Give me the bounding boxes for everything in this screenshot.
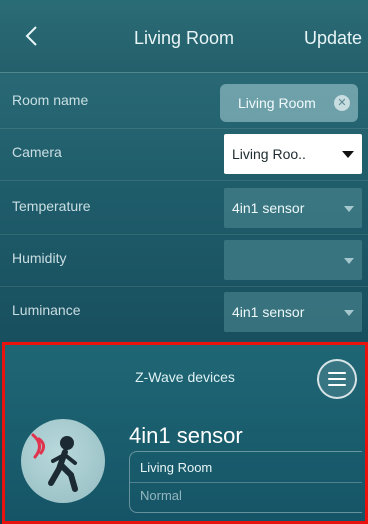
chevron-down-icon [342, 151, 354, 158]
device-status: Normal [140, 488, 182, 503]
camera-select-value: Living Roo.. [232, 146, 306, 162]
device-name[interactable]: 4in1 sensor [129, 423, 243, 449]
divider [130, 482, 362, 483]
humidity-select[interactable] [224, 240, 362, 280]
menu-icon [328, 372, 346, 374]
humidity-label: Humidity [12, 250, 67, 266]
menu-icon-line [328, 378, 346, 380]
menu-icon-line [328, 384, 346, 386]
chevron-down-icon [344, 206, 354, 212]
camera-label: Camera [12, 144, 62, 160]
room-name-label: Room name [12, 92, 89, 108]
luminance-select[interactable]: 4in1 sensor [224, 292, 362, 332]
walking-person-icon [31, 433, 78, 492]
motion-sensor-avatar [21, 419, 105, 503]
room-name-field[interactable]: Living Room ✕ [220, 84, 358, 122]
humidity-row: Humidity [0, 234, 368, 287]
luminance-label: Luminance [12, 302, 81, 318]
zwave-panel-title: Z-Wave devices [135, 369, 235, 385]
update-button[interactable]: Update [304, 28, 362, 49]
chevron-down-icon [344, 258, 354, 264]
chevron-down-icon [344, 310, 354, 316]
top-bar: Living Room Update [0, 0, 368, 73]
luminance-row: Luminance 4in1 sensor [0, 286, 368, 338]
clear-icon[interactable]: ✕ [334, 95, 350, 111]
camera-row: Camera Living Roo.. [0, 128, 368, 181]
luminance-select-value: 4in1 sensor [232, 304, 305, 320]
temperature-select[interactable]: 4in1 sensor [224, 188, 362, 228]
device-room: Living Room [140, 460, 213, 475]
camera-select[interactable]: Living Roo.. [224, 134, 362, 174]
device-info-box: Living Room Normal [129, 451, 362, 513]
room-name-row: Room name Living Room ✕ [0, 76, 368, 129]
temperature-row: Temperature 4in1 sensor [0, 182, 368, 235]
menu-button[interactable] [317, 359, 357, 399]
temperature-label: Temperature [12, 198, 91, 214]
temperature-select-value: 4in1 sensor [232, 200, 305, 216]
room-name-value: Living Room [238, 95, 316, 111]
zwave-devices-panel: Z-Wave devices 4in1 sensor Living Room N… [2, 342, 368, 524]
